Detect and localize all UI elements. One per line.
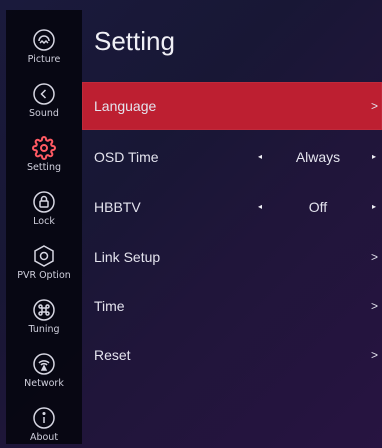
menu-item-label: OSD Time	[94, 149, 159, 165]
menu-item-label: HBBTV	[94, 199, 141, 215]
sidebar-item-about[interactable]: About	[6, 388, 82, 443]
osd-time-value: Always	[295, 149, 341, 165]
menu-item-reset[interactable]: Reset >	[82, 331, 382, 379]
sidebar-item-label: About	[29, 432, 59, 443]
menu-item-link-setup[interactable]: Link Setup >	[82, 233, 382, 281]
page-title: Setting	[94, 26, 175, 56]
sidebar-item-tuning[interactable]: Tuning	[6, 280, 82, 335]
sidebar-item-pvr-option[interactable]: PVR Option	[6, 226, 82, 281]
sidebar-item-picture[interactable]: Picture	[6, 10, 82, 65]
chevron-right-icon: >	[371, 299, 379, 313]
menu-item-label: Language	[94, 98, 157, 114]
chevron-right-icon: >	[371, 250, 379, 264]
arrow-left-icon[interactable]: ◂	[258, 183, 262, 231]
record-icon	[34, 245, 54, 267]
chevron-right-icon: >	[371, 99, 379, 113]
sidebar-item-sound[interactable]: Sound	[6, 64, 82, 119]
arrow-right-icon[interactable]: ▸	[372, 183, 376, 231]
menu-item-hbbtv[interactable]: HBBTV ◂ Off ▸	[82, 183, 382, 231]
lock-icon	[33, 191, 55, 213]
menu-item-label: Link Setup	[94, 249, 161, 265]
network-icon	[33, 353, 55, 375]
gear-icon	[32, 136, 56, 160]
sidebar-item-setting[interactable]: Setting	[6, 118, 82, 173]
picture-icon	[33, 29, 55, 51]
sound-icon	[33, 83, 55, 105]
arrow-left-icon[interactable]: ◂	[258, 133, 262, 181]
chevron-right-icon: >	[371, 348, 379, 362]
menu-item-language[interactable]: Language >	[82, 82, 382, 130]
hbbtv-value: Off	[308, 199, 328, 215]
sidebar-item-network[interactable]: Network	[6, 334, 82, 389]
menu-item-label: Time	[94, 298, 125, 314]
menu-item-osd-time[interactable]: OSD Time ◂ Always ▸	[82, 133, 382, 181]
tuning-icon	[33, 299, 55, 321]
info-icon	[33, 407, 55, 429]
tv-settings-screen: Picture Sound Setting Lock PVR Option Tu…	[0, 0, 382, 448]
sidebar: Picture Sound Setting Lock PVR Option Tu…	[6, 10, 82, 444]
sidebar-item-lock[interactable]: Lock	[6, 172, 82, 227]
arrow-right-icon[interactable]: ▸	[372, 133, 376, 181]
menu-item-label: Reset	[94, 347, 131, 363]
menu-item-time[interactable]: Time >	[82, 282, 382, 330]
